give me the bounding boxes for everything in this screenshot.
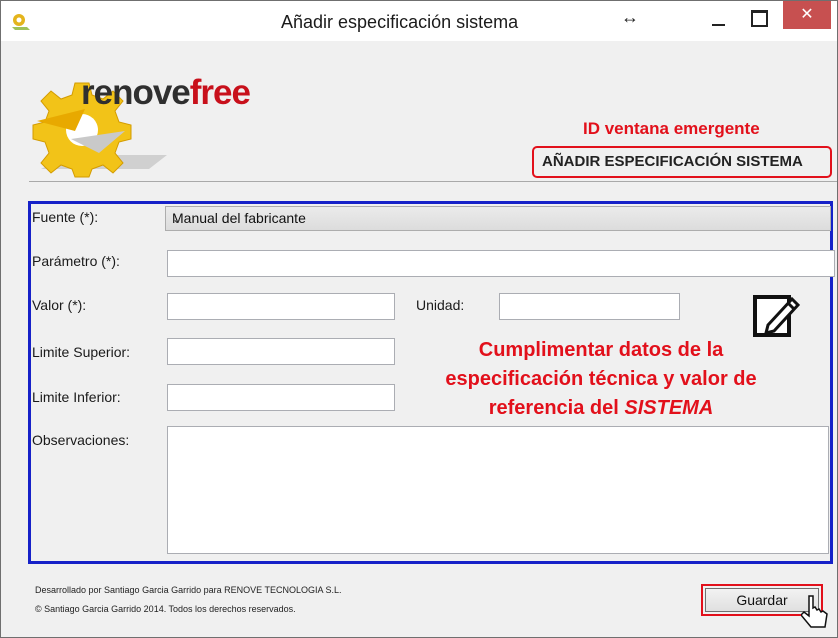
annotation-instructions: Cumplimentar datos de la especificación … [411,336,791,423]
title-bar[interactable]: Añadir especificación sistema ↔ ✕ [1,1,837,41]
annotation-line-3-emphasis: SISTEMA [624,397,714,419]
value-input[interactable] [167,293,395,320]
notes-label: Observaciones: [32,432,130,448]
source-label: Fuente (*): [32,209,99,225]
minimize-button[interactable] [701,5,735,35]
close-button[interactable]: ✕ [783,1,831,29]
mouse-cursor-icon [801,595,828,628]
unit-label: Unidad: [416,297,465,313]
app-icon [12,14,30,30]
window-title: Añadir especificación sistema [281,12,519,32]
value-label: Valor (*): [32,297,87,313]
lower-limit-label: Limite Inferior: [32,389,121,405]
renovefree-logo: renovefree [29,69,289,179]
parameter-label: Parámetro (*): [32,253,120,269]
unit-input[interactable] [499,293,680,320]
notes-textarea[interactable] [167,426,829,554]
annotation-line-3-prefix: referencia del [488,397,625,419]
logo-text-free: free [189,73,251,112]
chevron-down-icon: ⌄ [172,212,183,226]
annotation-line-2: especificación técnica y valor de [445,368,757,390]
close-icon: ✕ [800,6,814,23]
lower-limit-input[interactable] [167,384,395,411]
annotation-id-label: ID ventana emergente [583,119,760,138]
annotation-line-1: Cumplimentar datos de la [478,339,724,361]
edit-pencil-icon [753,295,800,337]
source-select[interactable]: Manual del fabricante ⌄ [165,206,831,231]
logo-text-renove: renove [81,73,191,112]
footer-copyright: © Santiago Garcia Garrido 2014. Todos lo… [35,604,296,614]
annotation-line-3: referencia del SISTEMA [411,394,791,423]
header-divider [29,181,837,182]
annotation-window-id: AÑADIR ESPECIFICACIÓN SISTEMA [542,153,803,170]
upper-limit-input[interactable] [167,338,395,365]
annotation-window-id-box: AÑADIR ESPECIFICACIÓN SISTEMA [532,146,832,178]
parameter-input[interactable] [167,250,835,277]
move-icon[interactable]: ↔ [621,7,639,28]
maximize-button[interactable] [741,5,775,35]
logo-wordmark: renovefree [81,73,251,113]
upper-limit-label: Limite Superior: [32,344,131,360]
dialog-window: Añadir especificación sistema ↔ ✕ renove… [0,0,838,638]
footer-credit: Desarrollado por Santiago Garcia Garrido… [35,585,342,595]
